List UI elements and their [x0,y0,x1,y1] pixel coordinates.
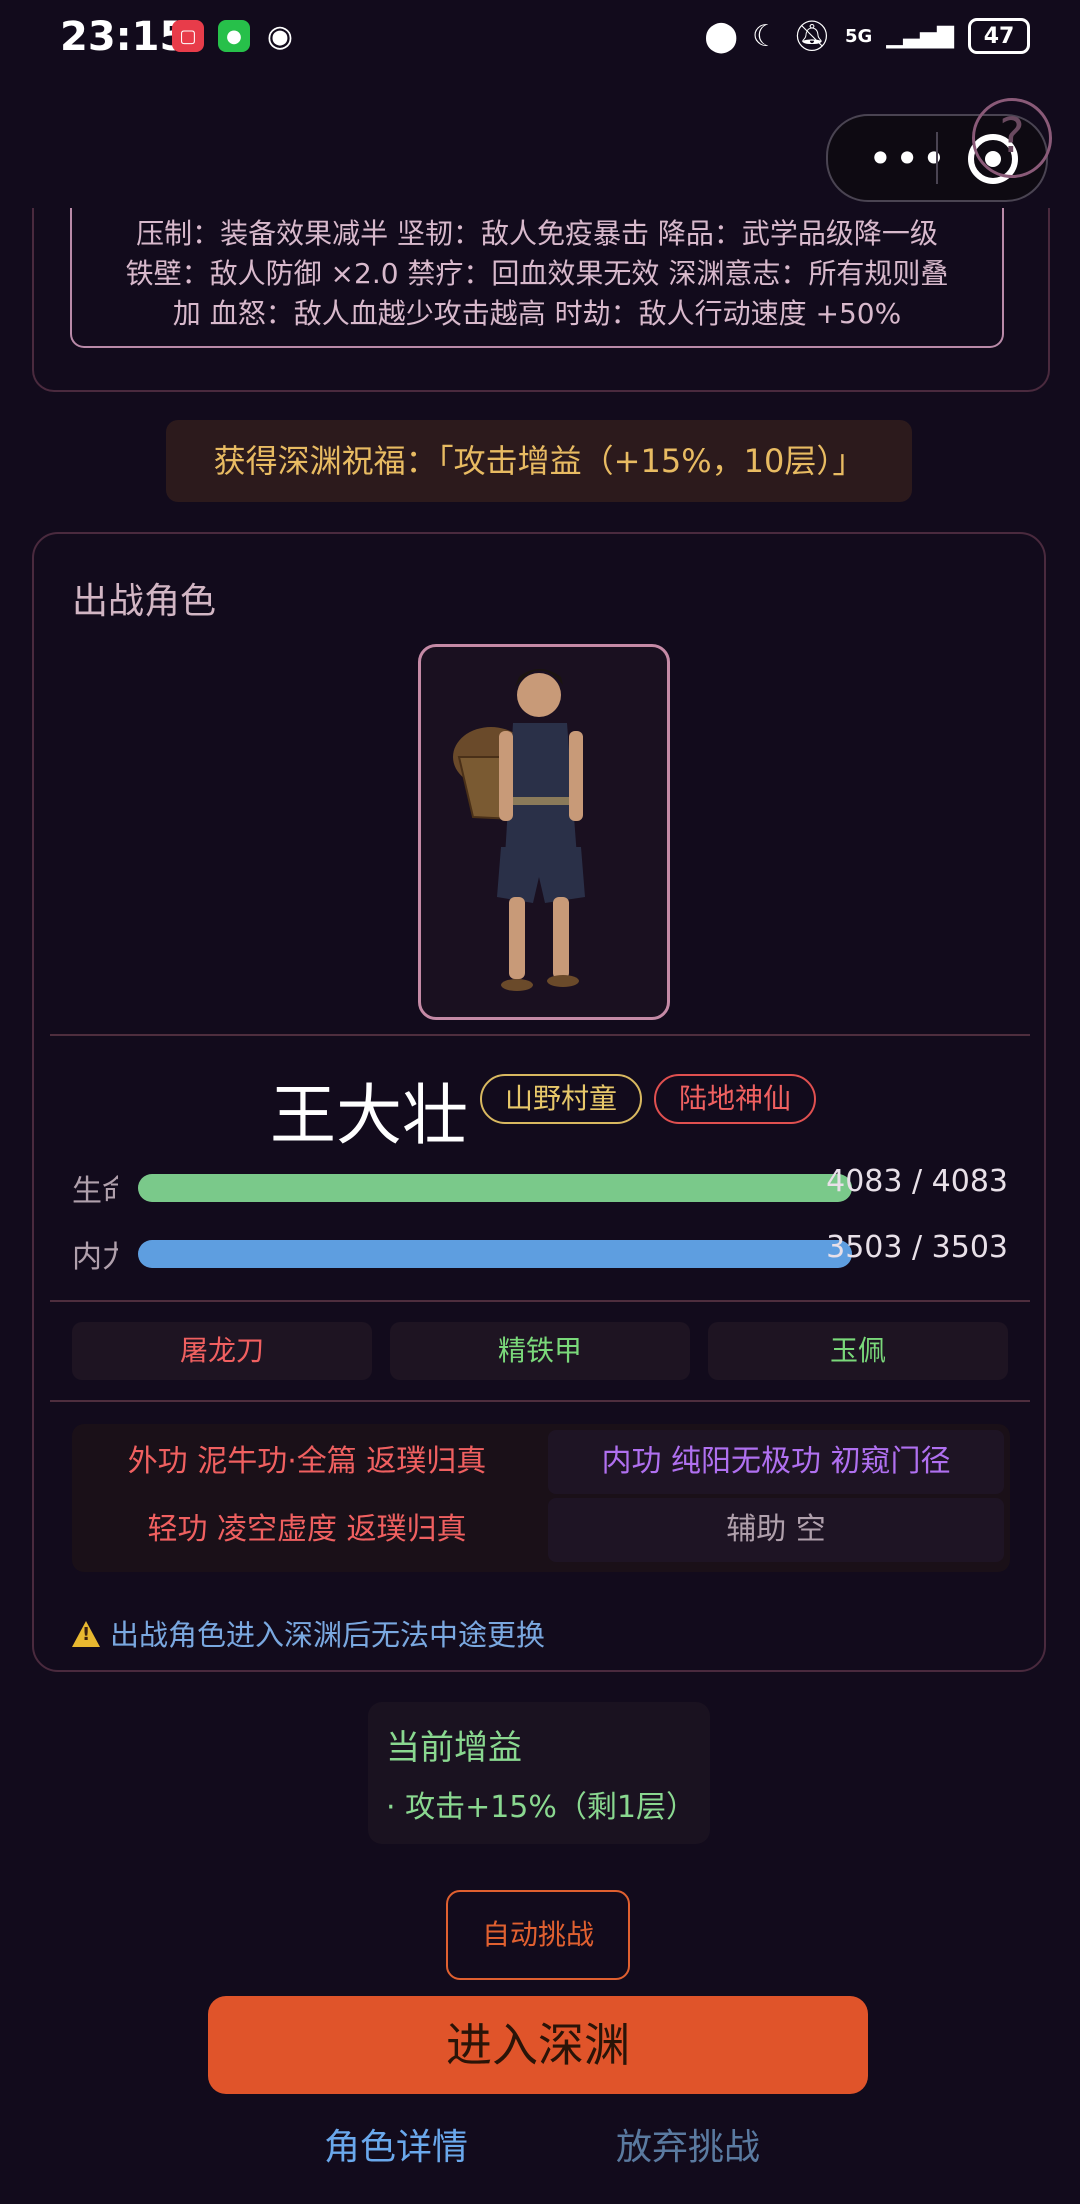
blessing-banner: 获得深渊祝福：「攻击增益（+15%，10层）」 [166,420,912,502]
clock: 23:15 [60,14,188,60]
status-bar: 23:15 ▢ ● ◉ ⬤ ☾ 🔕︎ 5G ▁▃▅▇ 47 [0,0,1080,80]
mute-icon: 🔕︎ [792,18,831,54]
hp-bar [138,1174,852,1202]
skill-internal[interactable]: 内功 纯阳无极功 初窥门径 [548,1430,1004,1494]
skill-support[interactable]: 辅助 空 [548,1498,1004,1562]
skill-lightness[interactable]: 轻功 凌空虚度 返璞归真 [72,1498,542,1562]
battery-icon: 47 [968,18,1030,54]
mp-bar-fill [138,1240,852,1268]
abandon-challenge-link[interactable]: 放弃挑战 [616,2118,760,2170]
eye-icon: ◉ [266,18,294,54]
character-portrait[interactable] [418,644,670,1020]
help-icon[interactable]: ? [972,98,1052,178]
card-title: 出战角色 [72,581,217,622]
enter-abyss-button[interactable]: 进入深渊 [208,1996,868,2094]
character-card: 出战角色 王大壮 山野村童 陆地神仙 生命 4083 / 4083 内力 350… [32,532,1046,1672]
capsule-divider [936,132,938,184]
divider [50,1034,1030,1036]
notification-icons: ▢ ● ◉ [172,18,296,54]
buff-title: 当前增益 [386,1728,522,1768]
rules-line: 压制：装备效果减半 坚韧：敌人免疫暴击 降品：武学品级降一级 [136,217,938,250]
current-buff-panel: 当前增益 · 攻击+15%（剩1层） [368,1702,710,1844]
equipment-accessory[interactable]: 玉佩 [708,1322,1008,1380]
warning-icon [72,1621,100,1647]
location-icon: ⬤ [704,18,738,54]
hp-value: 4083 / 4083 [826,1164,1008,1199]
character-name: 王大壮 [270,1077,468,1154]
hp-label: 生命 [72,1174,118,1209]
moon-icon: ☾ [752,18,779,54]
mp-value: 3503 / 3503 [826,1230,1008,1265]
rules-line: 加 血怒：敌人血越少攻击越高 时劫：敌人行动速度 +50% [172,297,902,330]
equipment-weapon[interactable]: 屠龙刀 [72,1322,372,1380]
warning-note: 出战角色进入深渊后无法中途更换 [72,1612,545,1654]
hp-bar-fill [138,1174,852,1202]
rules-box: 压制：装备效果减半 坚韧：敌人免疫暴击 降品：武学品级降一级 铁壁：敌人防御 ×… [70,196,1004,348]
skill-external[interactable]: 外功 泥牛功·全篇 返璞归真 [72,1430,542,1494]
equipment-armor[interactable]: 精铁甲 [390,1322,690,1380]
mp-bar [138,1240,852,1268]
skills-grid: 外功 泥牛功·全篇 返璞归真 内功 纯阳无极功 初窥门径 轻功 凌空虚度 返璞归… [72,1424,1010,1572]
system-icons: ⬤ ☾ 🔕︎ 5G ▁▃▅▇ 47 [704,18,1030,54]
mp-label: 内力 [72,1240,118,1275]
store-app-icon: ▢ [172,20,204,52]
character-illustration [453,669,585,991]
buff-item: · 攻击+15%（剩1层） [386,1790,696,1825]
realm-tag: 陆地神仙 [654,1074,816,1124]
network-label: 5G [845,25,873,47]
auto-challenge-button[interactable]: 自动挑战 [446,1890,630,1980]
battery-level: 47 [983,23,1015,49]
origin-tag: 山野村童 [480,1074,642,1124]
divider [50,1300,1030,1302]
wechat-icon: ● [218,20,250,52]
rules-line: 铁壁：敌人防御 ×2.0 禁疗：回血效果无效 深渊意志：所有规则叠 [125,257,949,290]
divider [50,1400,1030,1402]
signal-icon: ▁▃▅▇ [886,23,954,49]
character-details-link[interactable]: 角色详情 [324,2118,468,2170]
warning-text: 出战角色进入深渊后无法中途更换 [110,1618,546,1652]
